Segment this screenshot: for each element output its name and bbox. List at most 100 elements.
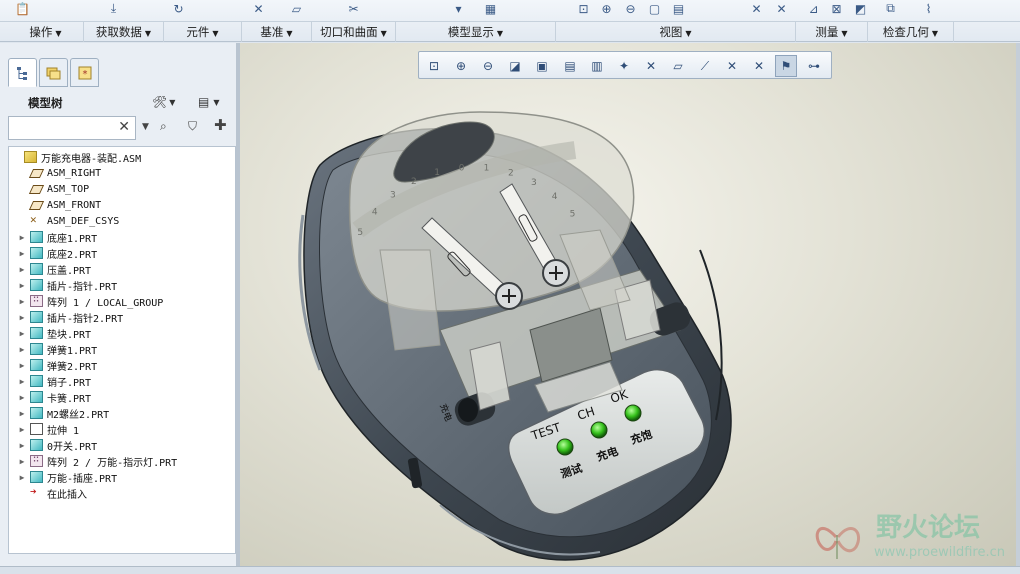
measure-angle-icon[interactable]: ◩ (852, 0, 869, 17)
search-dropdown-icon[interactable]: ▼ (142, 122, 149, 132)
tree-item[interactable]: ASM_DEF_CSYS (9, 213, 235, 229)
show-menu-icon[interactable]: ▤ ▼ (198, 91, 220, 113)
tree-settings-icon[interactable]: 🛠 ▼ (152, 91, 175, 113)
tree-item[interactable]: ▶ 底座2.PRT (9, 245, 235, 261)
expand-arrow-icon[interactable]: ▶ (17, 281, 27, 290)
tab-favorites[interactable]: * (70, 58, 99, 87)
expand-arrow-icon[interactable]: ▶ (17, 425, 27, 434)
cut-icon[interactable]: ✂ (345, 0, 362, 17)
measure-distance-icon[interactable]: ⊠ (828, 0, 845, 17)
prt-icon (30, 375, 43, 387)
dropdown-arrow-icon: ▼ (380, 29, 387, 38)
tree-item[interactable]: ▶ M2螺丝2.PRT (9, 405, 235, 421)
scale-number: 5 (357, 228, 363, 238)
group-operations[interactable]: 操作 ▼ (8, 22, 84, 42)
display-style-icon[interactable]: ▾ (450, 0, 467, 17)
expand-arrow-icon[interactable]: ▶ (17, 473, 27, 482)
tree-item[interactable]: ▶ 插片-指针2.PRT (9, 309, 235, 325)
tree-item[interactable]: ASM_RIGHT (9, 165, 235, 181)
expand-arrow-icon[interactable]: ▶ (17, 361, 27, 370)
charge-led (590, 421, 608, 439)
tree-item-label: 万能-插座.PRT (47, 473, 118, 485)
refit-icon[interactable]: ⊡ (575, 0, 592, 17)
prt-icon (30, 247, 43, 259)
ribbon-group-labels: 操作 ▼ 获取数据 ▼ 元件 ▼ 基准 ▼ 切口和曲面 ▼ 模型显示 ▼ 视图 ▼ 测量 ▼ 检… (0, 21, 1020, 42)
measure-icon[interactable]: ⊿ (805, 0, 822, 17)
folder-icon (46, 67, 60, 79)
group-get-data[interactable]: 获取数据 ▼ (84, 22, 164, 42)
prt-icon (30, 263, 43, 275)
tree-item[interactable]: 万能充电器-装配.ASM (9, 149, 235, 165)
paste-icon[interactable]: 📋 (14, 0, 31, 17)
tree-item[interactable]: ASM_TOP (9, 181, 235, 197)
group-get-data-label: 获取数据 (95, 25, 142, 39)
datum-plane-icon[interactable]: ▱ (288, 0, 305, 17)
find-icon[interactable]: ⌕ (160, 119, 167, 134)
check-geometry-icon[interactable]: ⌇ (920, 0, 937, 17)
prt-icon (30, 343, 43, 355)
clear-icon[interactable]: ✕ (118, 119, 130, 135)
filter-icon[interactable]: ⛉ (188, 119, 197, 134)
zoom-in-icon[interactable]: ⊕ (598, 0, 615, 17)
tree-item[interactable]: ▶ 万能-插座.PRT (9, 469, 235, 485)
group-model-display[interactable]: 模型显示 ▼ (396, 22, 556, 42)
dropdown-arrow-icon: ▼ (496, 29, 504, 38)
search-input[interactable]: ✕ (8, 116, 136, 140)
add-column-icon[interactable]: ✚ (214, 116, 227, 134)
group-datum[interactable]: 基准 ▼ (242, 22, 312, 42)
tree-item-label: 弹簧2.PRT (47, 361, 98, 373)
expand-arrow-icon[interactable]: ▶ (17, 329, 27, 338)
scale-number: 4 (372, 208, 378, 218)
tree-item[interactable]: ▶ 弹簧1.PRT (9, 341, 235, 357)
expand-arrow-icon[interactable]: ▶ (17, 233, 27, 242)
group-cut-surface[interactable]: 切口和曲面 ▼ (312, 22, 396, 42)
scale-number: 1 (434, 168, 440, 178)
expand-arrow-icon[interactable]: ▶ (17, 409, 27, 418)
group-view[interactable]: 视图 ▼ (556, 22, 796, 42)
expand-arrow-icon[interactable]: ▶ (17, 313, 27, 322)
tree-item[interactable]: ▶ 压盖.PRT (9, 261, 235, 277)
tree-item[interactable]: ▶ 销子.PRT (9, 373, 235, 389)
expand-arrow-icon[interactable]: ▶ (17, 265, 27, 274)
prt-icon (30, 327, 43, 339)
csys-display-icon[interactable]: ✕ (748, 0, 765, 17)
tab-model-tree[interactable] (8, 58, 37, 87)
zoom-out-icon[interactable]: ⊖ (622, 0, 639, 17)
tree-item[interactable]: ▶ 插片-指针.PRT (9, 277, 235, 293)
tree-item[interactable]: ASM_FRONT (9, 197, 235, 213)
group-component[interactable]: 元件 ▼ (164, 22, 242, 42)
expand-arrow-icon[interactable]: ▶ (17, 377, 27, 386)
tab-folder-browser[interactable] (39, 58, 68, 87)
expand-arrow-icon[interactable]: ▶ (17, 297, 27, 306)
appearance-icon[interactable]: ▦ (482, 0, 499, 17)
tree-item[interactable]: ▶ 垫块.PRT (9, 325, 235, 341)
expand-arrow-icon[interactable]: ▶ (17, 457, 27, 466)
tree-item[interactable]: ▶ 阵列 1 / LOCAL_GROUP (9, 293, 235, 309)
tree-item[interactable]: ▶ 卡簧.PRT (9, 389, 235, 405)
regenerate-icon[interactable]: ↻ (170, 0, 187, 17)
interference-icon[interactable]: ⧉ (882, 0, 899, 17)
group-inspect-geometry[interactable]: 检查几何 ▼ (868, 22, 954, 42)
tree-item[interactable]: ▶ 拉伸 1 (9, 421, 235, 437)
tree-item[interactable]: ▶ 弹簧2.PRT (9, 357, 235, 373)
tree-item[interactable]: ▶ 0开关.PRT (9, 437, 235, 453)
graphics-window[interactable]: ⊡ ⊕ ⊖ ◪ ▣ ▤ ▥ ✦ ✕ ▱ ⟋ ✕ ✕ ⚑ ⊶ TEST CH OK… (240, 43, 1016, 566)
plane-icon (30, 199, 43, 211)
tree-item[interactable]: ▶ 底座1.PRT (9, 229, 235, 245)
expand-arrow-icon[interactable]: ▶ (17, 345, 27, 354)
expand-arrow-icon[interactable]: ▶ (17, 393, 27, 402)
group-measure[interactable]: 测量 ▼ (796, 22, 868, 42)
orient-icon[interactable]: ▢ (646, 0, 663, 17)
saved-views-icon[interactable]: ▤ (670, 0, 687, 17)
point-display-icon[interactable]: ✕ (773, 0, 790, 17)
expand-arrow-icon[interactable]: ▶ (17, 441, 27, 450)
tree-item[interactable]: ▶ 阵列 2 / 万能-指示灯.PRT (9, 453, 235, 469)
model-tree: 万能充电器-装配.ASM ASM_RIGHT ASM_TOP ASM_FRONT ASM… (8, 146, 236, 554)
import-icon[interactable]: ⤓ (105, 0, 122, 17)
datum-point-icon[interactable]: ✕ (250, 0, 267, 17)
expand-arrow-icon[interactable]: ▶ (17, 249, 27, 258)
group-operations-label: 操作 (29, 25, 53, 39)
tree-item[interactable]: 在此插入 (9, 485, 235, 501)
prt-icon (30, 231, 43, 243)
model-tree-header: 模型树 🛠 ▼ ▤ ▼ (8, 88, 234, 116)
